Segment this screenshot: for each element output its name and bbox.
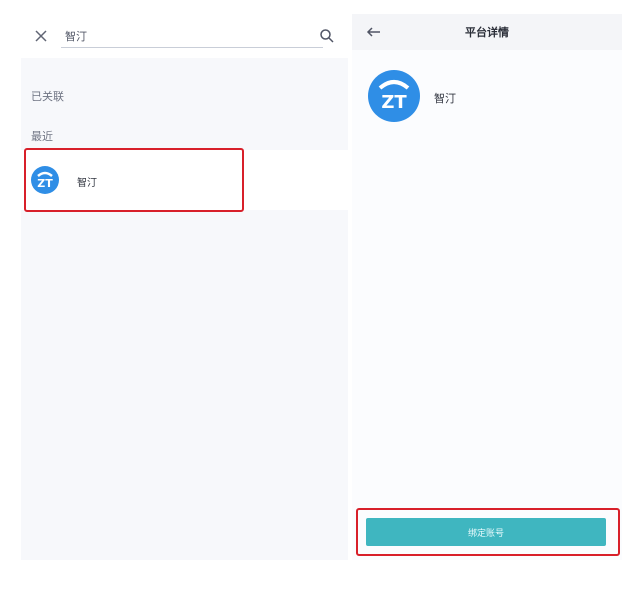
section-label-followed: 已关联 [31, 90, 64, 103]
platform-name: 智汀 [434, 92, 456, 105]
header-bar: 平台详情 [352, 14, 622, 50]
search-bar [21, 14, 348, 58]
svg-text:ZT: ZT [381, 92, 407, 113]
section-label-recent: 最近 [31, 130, 53, 143]
close-icon[interactable] [33, 28, 49, 44]
highlight-box [24, 148, 244, 212]
search-icon[interactable] [319, 28, 335, 44]
platform-detail-panel: 平台详情 ZT 智汀 绑定账号 [352, 14, 622, 560]
page-title: 平台详情 [465, 26, 509, 39]
zhiting-logo-icon: ZT [368, 70, 420, 122]
search-panel: 已关联 最近 ZT 智汀 [21, 14, 348, 560]
highlight-box [356, 508, 620, 556]
search-input[interactable] [61, 24, 323, 48]
